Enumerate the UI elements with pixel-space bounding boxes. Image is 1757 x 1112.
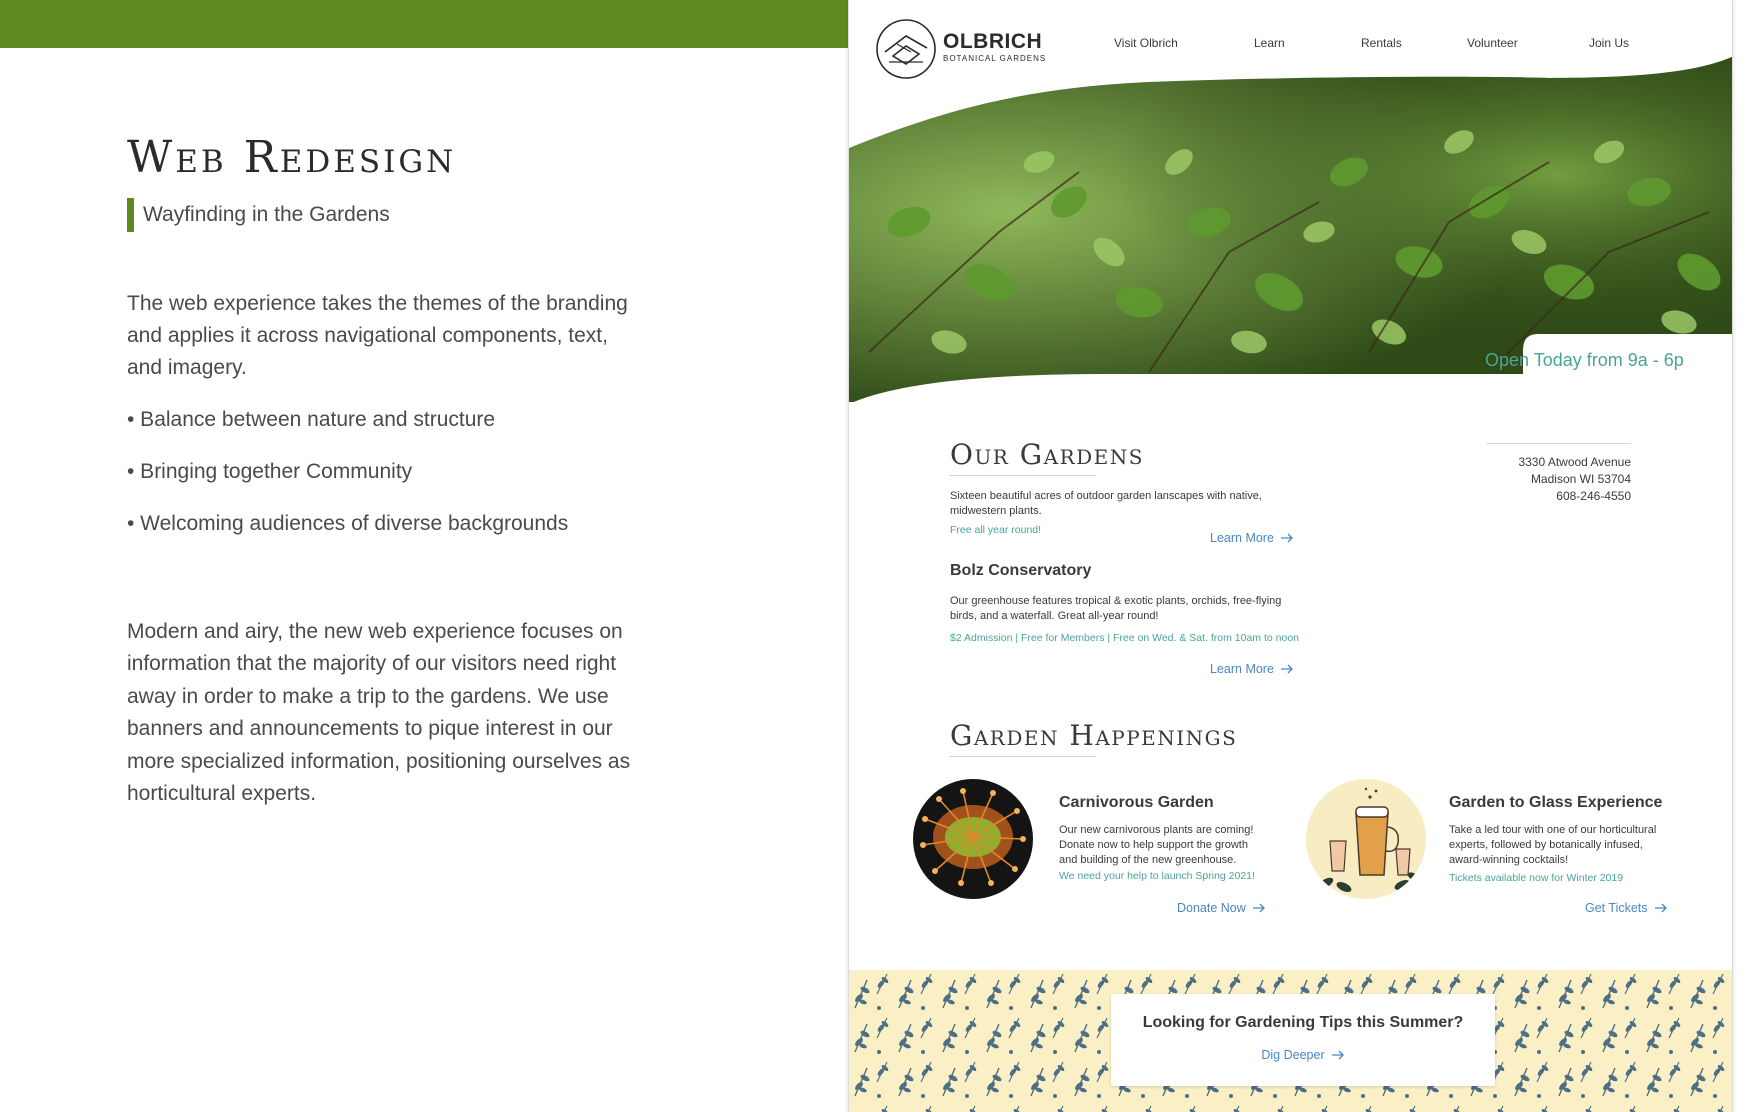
case-study-subtitle-row: Wayfinding in the Gardens [127,198,390,232]
conservatory-note: $2 Admission | Free for Members | Free o… [950,632,1299,644]
arrow-right-icon [1280,533,1293,543]
conservatory-learn-more-link[interactable]: Learn More [1210,662,1294,676]
our-gardens-note: Free all year round! [950,524,1042,536]
dig-deeper-label: Dig Deeper [1261,1048,1325,1062]
get-tickets-label: Get Tickets [1585,901,1648,915]
sundew-plant-photo [913,779,1033,899]
dig-deeper-link[interactable]: Dig Deeper [1111,1048,1495,1062]
donate-now-link[interactable]: Donate Now [1177,901,1266,915]
nav-visit-olbrich[interactable]: Visit Olbrich [1114,36,1178,50]
happening-note: We need your help to launch Spring 2021! [1059,870,1255,882]
section-divider [950,475,1096,476]
open-hours: Open Today from 9a - 6p [1485,350,1684,370]
happening-title: Garden to Glass Experience [1449,794,1663,811]
nav-join-us[interactable]: Join Us [1589,36,1629,50]
sundew-illustration [920,788,1026,886]
section-title-garden-happenings: Garden Happenings [950,719,1238,752]
beer-glasses-illustration [1306,779,1426,899]
learn-more-label: Learn More [1210,662,1274,676]
gardening-tips-card: Looking for Gardening Tips this Summer? … [1111,994,1495,1086]
happening-note: Tickets available now for Winter 2019 [1449,872,1624,884]
address-divider [1486,443,1631,444]
our-gardens-description: Sixteen beautiful acres of outdoor garde… [950,490,1262,517]
donate-now-label: Donate Now [1177,901,1246,915]
address-phone: 608-246-4550 [1556,489,1631,503]
our-gardens-learn-more-link[interactable]: Learn More [1210,531,1294,545]
happening-description: Our new carnivorous plants are coming! D… [1059,824,1254,866]
arrow-right-icon [1252,903,1265,913]
case-study-summary: Modern and airy, the new web experience … [127,620,631,806]
conservatory-description: Our greenhouse features tropical & exoti… [950,595,1282,622]
website-mockup: OLBRICH BOTANICAL GARDENS Visit Olbrich … [848,0,1733,1112]
arrow-right-icon [1654,903,1667,913]
section-divider [950,756,1096,757]
case-study-subtitle: Wayfinding in the Gardens [143,203,390,226]
top-green-band [0,0,848,48]
arrow-right-icon [1331,1050,1344,1060]
learn-more-label: Learn More [1210,531,1274,545]
nav-rentals[interactable]: Rentals [1361,36,1402,50]
arrow-right-icon [1280,664,1293,674]
bullet-item: • Welcoming audiences of diverse backgro… [127,512,569,535]
bullet-item: • Balance between nature and structure [127,408,496,431]
beer-glasses-icon [1318,787,1421,892]
gardening-tips-title: Looking for Gardening Tips this Summer? [1142,1014,1464,1031]
brand-name[interactable]: OLBRICH [943,30,1042,54]
subtitle-accent-bar [127,198,134,232]
nav-volunteer[interactable]: Volunteer [1467,36,1518,50]
case-study-intro: The web experience takes the themes of t… [127,292,628,379]
address-street: 3330 Atwood Avenue [1518,455,1631,469]
nav-learn[interactable]: Learn [1254,36,1285,50]
case-study-bullets: • Balance between nature and structure •… [127,404,568,560]
case-study-title: Web Redesign [127,132,457,183]
address-block: 3330 Atwood Avenue Madison WI 53704 608-… [1449,454,1631,505]
bullet-item: • Bringing together Community [127,460,413,483]
get-tickets-link[interactable]: Get Tickets [1585,901,1668,915]
conservatory-title: Bolz Conservatory [950,562,1092,579]
address-city: Madison WI 53704 [1530,472,1631,486]
happening-title: Carnivorous Garden [1059,794,1214,811]
happening-description: Take a led tour with one of our horticul… [1449,824,1657,866]
section-title-our-gardens: Our Gardens [950,438,1144,471]
